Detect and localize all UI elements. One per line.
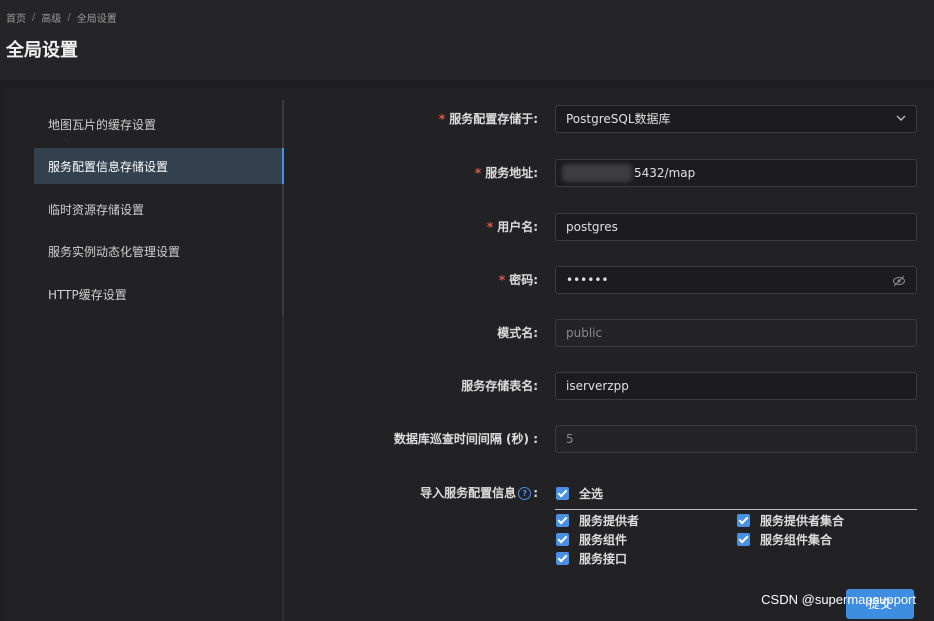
breadcrumb-separator: / <box>67 12 71 23</box>
breadcrumb-separator: / <box>32 12 36 23</box>
username-input[interactable]: postgres <box>555 213 917 241</box>
table-name-row: 服务存储表名: iserverzpp <box>300 372 920 400</box>
schema-input-value: public <box>566 326 603 340</box>
username-input-value: postgres <box>566 220 618 234</box>
username-label-text: 用户名: <box>497 220 538 234</box>
schema-input[interactable]: public <box>555 319 917 347</box>
password-input[interactable]: •••••• <box>555 266 917 294</box>
vertical-divider <box>282 315 284 621</box>
sidebar-item-temp-resource-storage[interactable]: 临时资源存储设置 <box>34 191 282 227</box>
username-row: * 用户名: postgres <box>300 213 920 241</box>
storage-row: * 服务配置存储于: PostgreSQL数据库 <box>300 105 920 133</box>
table-name-label: 服务存储表名: <box>461 379 538 393</box>
settings-sidebar: 地图瓦片的缓存设置 服务配置信息存储设置 临时资源存储设置 服务实例动态化管理设… <box>34 100 284 315</box>
storage-select-value: PostgreSQL数据库 <box>566 112 671 126</box>
checkbox-checked-icon <box>556 552 569 565</box>
checkbox-service-interface[interactable]: 服务接口 <box>556 550 627 567</box>
interval-input[interactable]: 5 <box>555 425 917 453</box>
checkbox-service-provider-set[interactable]: 服务提供者集合 <box>737 512 844 529</box>
breadcrumb-home[interactable]: 首页 <box>6 10 26 25</box>
interval-input-value: 5 <box>566 432 574 446</box>
schema-label: 模式名: <box>497 326 538 340</box>
checkbox-divider <box>555 509 917 510</box>
redacted-area <box>562 164 632 182</box>
username-label: * 用户名: <box>487 213 538 241</box>
select-all-label: 全选 <box>579 487 604 501</box>
checkbox-checked-icon <box>737 533 750 546</box>
required-mark: * <box>438 112 446 126</box>
sidebar-item-label: HTTP缓存设置 <box>48 287 127 302</box>
csdn-watermark: CSDN @supermapsupport <box>761 592 916 607</box>
sidebar-item-http-cache[interactable]: HTTP缓存设置 <box>34 276 282 312</box>
checkbox-service-component[interactable]: 服务组件 <box>556 531 627 548</box>
checkbox-checked-icon <box>737 514 750 527</box>
sidebar-item-label: 临时资源存储设置 <box>48 202 145 217</box>
password-label-text: 密码: <box>509 273 538 287</box>
import-label-colon: : <box>533 486 538 500</box>
interval-row: 数据库巡查时间间隔 (秒) : 5 <box>300 425 920 453</box>
checkbox-label: 服务提供者 <box>579 514 640 528</box>
page-title: 全局设置 <box>6 40 78 61</box>
address-input[interactable]: 5432/map <box>555 159 917 187</box>
table-name-input[interactable]: iserverzpp <box>555 372 917 400</box>
chevron-down-icon <box>896 115 906 121</box>
breadcrumb: 首页 / 高级 / 全局设置 <box>6 10 117 25</box>
eye-slash-icon[interactable] <box>892 274 906 288</box>
top-header: 首页 / 高级 / 全局设置 全局设置 <box>0 0 934 80</box>
sidebar-item-service-config-storage[interactable]: 服务配置信息存储设置 <box>34 148 284 184</box>
breadcrumb-current: 全局设置 <box>76 14 117 25</box>
address-input-value: 5432/map <box>634 166 696 180</box>
storage-select[interactable]: PostgreSQL数据库 <box>555 105 917 133</box>
help-icon[interactable]: ? <box>518 487 532 500</box>
checkbox-label: 服务组件 <box>579 533 628 547</box>
table-name-input-value: iserverzpp <box>566 379 629 393</box>
storage-label: * 服务配置存储于: <box>439 105 538 133</box>
sidebar-item-label: 服务配置信息存储设置 <box>48 159 169 174</box>
required-mark: * <box>474 166 482 180</box>
checkbox-label: 服务提供者集合 <box>760 514 845 528</box>
breadcrumb-advanced[interactable]: 高级 <box>41 10 61 25</box>
import-label: 导入服务配置信息?: <box>420 479 538 507</box>
checkbox-service-provider[interactable]: 服务提供者 <box>556 512 639 529</box>
checkbox-checked-icon <box>556 533 569 546</box>
schema-row: 模式名: public <box>300 319 920 347</box>
interval-label: 数据库巡查时间间隔 (秒) : <box>393 432 538 446</box>
select-all-checkbox[interactable]: 全选 <box>556 485 603 502</box>
address-label-text: 服务地址: <box>485 166 538 180</box>
required-mark: * <box>486 220 494 234</box>
checkbox-checked-icon <box>556 487 569 500</box>
required-mark: * <box>498 273 506 287</box>
sidebar-item-label: 地图瓦片的缓存设置 <box>48 117 157 132</box>
password-row: * 密码: •••••• <box>300 266 920 294</box>
address-label: * 服务地址: <box>475 159 538 187</box>
storage-label-text: 服务配置存储于: <box>449 112 538 126</box>
checkbox-label: 服务组件集合 <box>760 533 833 547</box>
address-row: * 服务地址: 5432/map <box>300 159 920 187</box>
sidebar-item-label: 服务实例动态化管理设置 <box>48 244 181 259</box>
checkbox-service-component-set[interactable]: 服务组件集合 <box>737 531 832 548</box>
sidebar-item-dynamic-instance[interactable]: 服务实例动态化管理设置 <box>34 233 282 269</box>
password-label: * 密码: <box>499 266 538 294</box>
checkbox-label: 服务接口 <box>579 552 628 566</box>
checkbox-checked-icon <box>556 514 569 527</box>
import-row: 导入服务配置信息?: <box>300 479 920 507</box>
import-label-text: 导入服务配置信息 <box>420 486 517 500</box>
password-input-value: •••••• <box>566 273 609 287</box>
